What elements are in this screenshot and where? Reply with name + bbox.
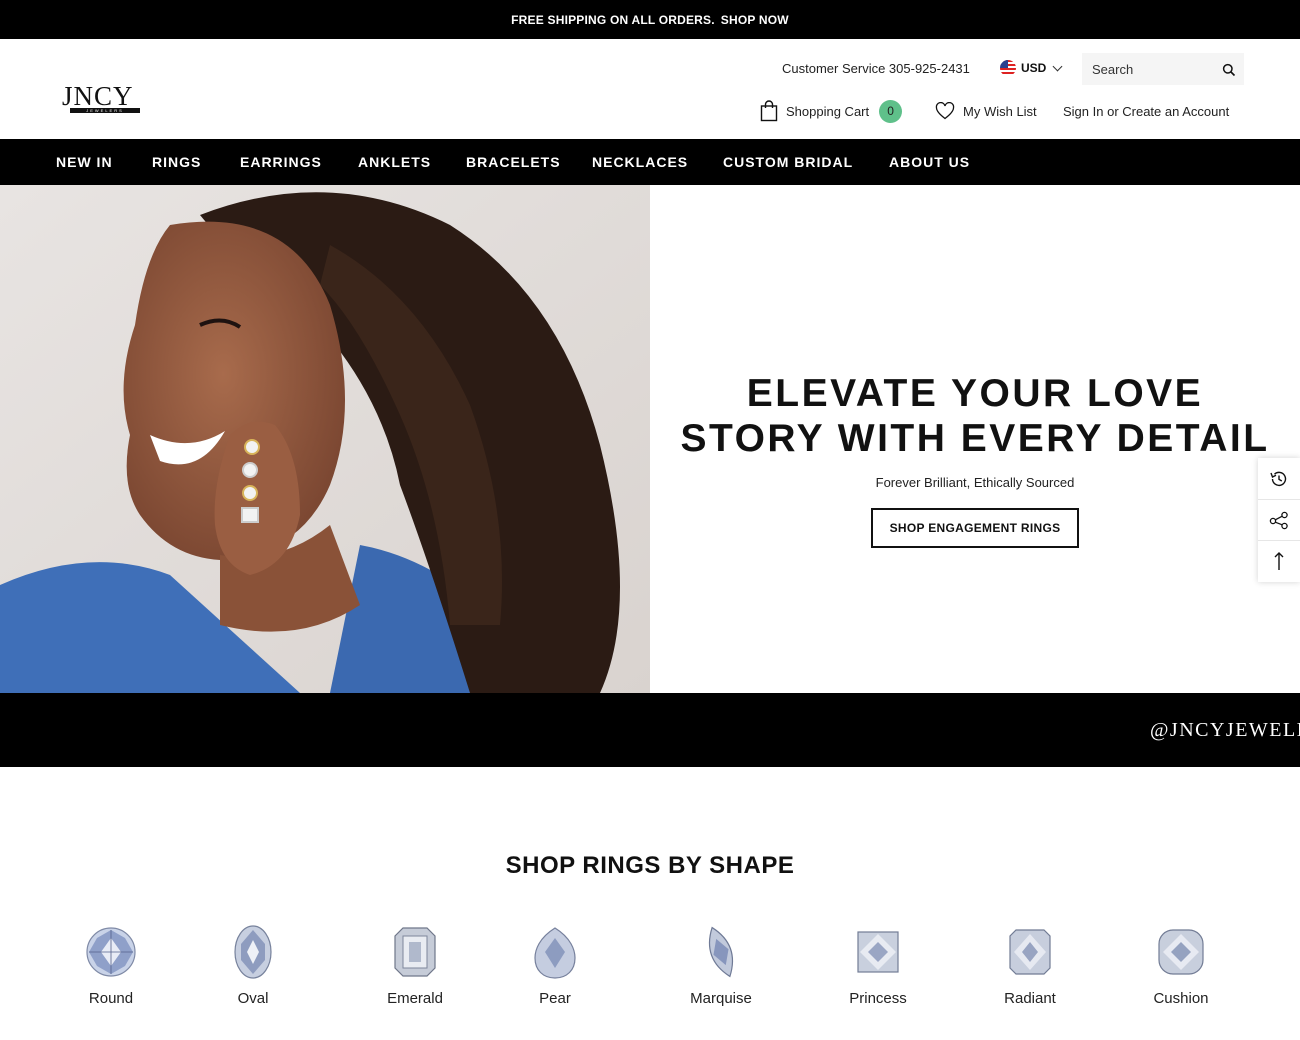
currency-label: USD — [1021, 61, 1047, 75]
site-header: JNCY JEWELERS Customer Service 305-925-2… — [0, 39, 1300, 139]
search-input[interactable] — [1082, 53, 1212, 85]
wishlist-label: My Wish List — [963, 103, 1037, 119]
arrow-up-icon — [1274, 552, 1284, 570]
main-nav: NEW IN RINGS EARRINGS ANKLETS BRACELETS … — [0, 139, 1300, 185]
search-box — [1082, 53, 1244, 85]
shapes-section-title: SHOP RINGS BY SHAPE — [505, 852, 795, 879]
shape-princess[interactable]: Princess — [818, 922, 938, 1007]
logo-mark: JNCY — [62, 81, 134, 111]
oval-diamond-icon — [234, 925, 272, 979]
logo[interactable]: JNCY JEWELERS — [62, 83, 144, 115]
logo-sub: JEWELERS — [70, 108, 140, 113]
shape-label-cushion: Cushion — [1153, 990, 1209, 1007]
nav-item-necklaces[interactable]: NECKLACES — [592, 139, 688, 185]
hero-title-line-2: STORY WITH EVERY DETAIL — [680, 417, 1270, 460]
hero-banner: ELEVATE YOUR LOVE STORY WITH EVERY DETAI… — [0, 185, 1300, 693]
signin-link[interactable]: Sign In or Create an Account — [1063, 99, 1229, 123]
cart-count-badge: 0 — [879, 99, 903, 123]
hero-title-line-1: ELEVATE YOUR LOVE — [746, 372, 1204, 415]
history-icon — [1270, 471, 1287, 486]
shape-cushion[interactable]: Cushion — [1121, 922, 1241, 1007]
hero-title: ELEVATE YOUR LOVE STORY WITH EVERY DETAI… — [660, 371, 1290, 461]
nav-item-anklets[interactable]: ANKLETS — [358, 139, 431, 185]
nav-item-new-in[interactable]: NEW IN — [56, 139, 113, 185]
shape-label-pear: Pear — [539, 990, 571, 1007]
shopping-bag-icon — [760, 100, 778, 122]
shopping-cart-link[interactable]: Shopping Cart 0 — [760, 99, 903, 123]
us-flag-icon — [1000, 60, 1016, 76]
nav-item-about-us[interactable]: ABOUT US — [889, 139, 970, 185]
shape-label-oval: Oval — [237, 990, 269, 1007]
hero-subtitle: Forever Brilliant, Ethically Sourced — [875, 475, 1075, 490]
announcement-bar: FREE SHIPPING ON ALL ORDERS. SHOP NOW — [0, 0, 1300, 39]
search-icon[interactable] — [1222, 63, 1236, 77]
hero-image[interactable] — [0, 185, 650, 693]
nav-item-bracelets[interactable]: BRACELETS — [466, 139, 561, 185]
cushion-diamond-icon — [1158, 929, 1204, 975]
shape-pear[interactable]: Pear — [495, 922, 615, 1007]
shape-label-radiant: Radiant — [1004, 990, 1056, 1007]
nav-item-earrings[interactable]: EARRINGS — [240, 139, 322, 185]
side-toolbar — [1258, 458, 1300, 582]
heart-icon — [935, 102, 955, 120]
princess-diamond-icon — [857, 931, 899, 973]
back-to-top-button[interactable] — [1258, 540, 1300, 581]
share-icon — [1269, 511, 1288, 530]
currency-selector[interactable]: USD — [1000, 60, 1063, 76]
recently-viewed-button[interactable] — [1258, 458, 1300, 499]
shape-emerald[interactable]: Emerald — [355, 922, 475, 1007]
announcement-text: FREE SHIPPING ON ALL ORDERS. — [511, 12, 715, 27]
emerald-diamond-icon — [394, 927, 436, 977]
customer-service-text[interactable]: Customer Service 305-925-2431 — [782, 61, 970, 76]
instagram-handle[interactable]: @JNCYJEWELERS — [1150, 719, 1300, 742]
marquise-diamond-icon — [708, 926, 734, 978]
wishlist-link[interactable]: My Wish List — [935, 99, 1037, 123]
shape-radiant[interactable]: Radiant — [970, 922, 1090, 1007]
radiant-diamond-icon — [1009, 929, 1051, 975]
shop-now-link[interactable]: SHOP NOW — [721, 13, 789, 27]
nav-item-rings[interactable]: RINGS — [152, 139, 201, 185]
cart-label: Shopping Cart — [786, 103, 870, 119]
chevron-down-icon — [1052, 61, 1063, 71]
instagram-strip: @JNCYJEWELERS — [0, 693, 1300, 767]
shape-label-emerald: Emerald — [387, 990, 443, 1007]
shape-marquise[interactable]: Marquise — [661, 922, 781, 1007]
pear-diamond-icon — [534, 927, 576, 979]
nav-item-custom-bridal[interactable]: CUSTOM BRIDAL — [723, 139, 853, 185]
shape-round[interactable]: Round — [51, 922, 171, 1007]
shape-label-round: Round — [88, 990, 134, 1007]
round-diamond-icon — [86, 927, 136, 977]
share-button[interactable] — [1258, 499, 1300, 540]
shape-oval[interactable]: Oval — [193, 922, 313, 1007]
shape-label-princess: Princess — [849, 990, 907, 1007]
shape-label-marquise: Marquise — [690, 990, 752, 1007]
shop-engagement-rings-button[interactable]: SHOP ENGAGEMENT RINGS — [871, 508, 1079, 548]
